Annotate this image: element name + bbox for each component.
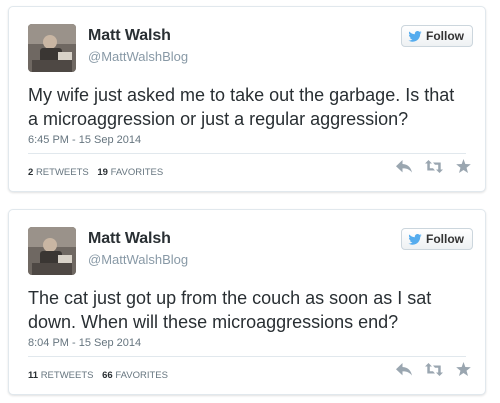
tweet-actions xyxy=(396,159,471,178)
retweets-count[interactable]: 2 xyxy=(28,167,33,178)
twitter-bird-icon xyxy=(408,233,422,245)
author-handle[interactable]: @MattWalshBlog xyxy=(88,49,188,64)
tweet-card: Matt Walsh @MattWalshBlog Follow The cat… xyxy=(8,209,486,395)
tweet-card: Matt Walsh @MattWalshBlog Follow My wife… xyxy=(8,6,486,192)
follow-label: Follow xyxy=(426,29,464,43)
tweet-timestamp[interactable]: 6:45 PM - 15 Sep 2014 xyxy=(28,134,141,146)
favorites-count[interactable]: 66 xyxy=(102,370,113,381)
reply-icon[interactable] xyxy=(396,159,412,178)
favorite-icon[interactable] xyxy=(456,159,471,178)
divider xyxy=(28,153,466,154)
follow-button[interactable]: Follow xyxy=(401,228,473,250)
author-name[interactable]: Matt Walsh xyxy=(88,230,171,248)
tweet-text: My wife just asked me to take out the ga… xyxy=(28,85,455,129)
favorites-count[interactable]: 19 xyxy=(97,167,108,178)
retweet-icon[interactable] xyxy=(425,362,443,381)
author-handle[interactable]: @MattWalshBlog xyxy=(88,252,188,267)
tweet-text: The cat just got up from the couch as so… xyxy=(28,288,432,332)
tweet-stats: 11 RETWEETS 66 FAVORITES xyxy=(28,370,168,381)
tweet-actions xyxy=(396,362,471,381)
favorite-icon[interactable] xyxy=(456,362,471,381)
divider xyxy=(28,356,466,357)
tweet-timestamp[interactable]: 8:04 PM - 15 Sep 2014 xyxy=(28,337,141,349)
follow-label: Follow xyxy=(426,232,464,246)
author-name[interactable]: Matt Walsh xyxy=(88,27,171,45)
retweet-icon[interactable] xyxy=(425,159,443,178)
retweets-label[interactable]: RETWEETS xyxy=(36,167,89,178)
avatar[interactable] xyxy=(28,24,76,72)
follow-button[interactable]: Follow xyxy=(401,25,473,47)
favorites-label[interactable]: FAVORITES xyxy=(111,167,164,178)
reply-icon[interactable] xyxy=(396,362,412,381)
tweet-stats: 2 RETWEETS 19 FAVORITES xyxy=(28,167,163,178)
retweets-label[interactable]: RETWEETS xyxy=(41,370,94,381)
twitter-bird-icon xyxy=(408,30,422,42)
retweets-count[interactable]: 11 xyxy=(28,370,38,381)
favorites-label[interactable]: FAVORITES xyxy=(115,370,168,381)
avatar[interactable] xyxy=(28,227,76,275)
